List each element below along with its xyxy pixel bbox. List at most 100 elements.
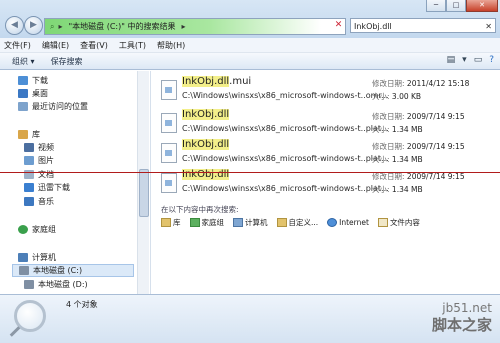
menu-view[interactable]: 查看(V) bbox=[80, 40, 108, 51]
save-search-button[interactable]: 保存搜索 bbox=[51, 56, 83, 67]
search-again-custom[interactable]: 自定义... bbox=[276, 217, 318, 228]
result-path: C:\Windows\winsxs\x86_microsoft-windows-… bbox=[182, 154, 389, 163]
nav-item-music[interactable]: 音乐 bbox=[24, 195, 54, 208]
video-icon bbox=[24, 143, 34, 152]
result-item[interactable]: InkObj.dll.mui C:\Windows\winsxs\x86_mic… bbox=[151, 75, 500, 105]
folder-icon bbox=[276, 218, 287, 227]
result-path: C:\Windows\winsxs\x86_microsoft-windows-… bbox=[182, 184, 389, 193]
address-breadcrumb[interactable]: "本地磁盘 (C:)" 中的搜索结果 bbox=[69, 21, 176, 32]
xunlei-download-icon bbox=[24, 183, 34, 192]
result-item[interactable]: InkObj.dll C:\Windows\winsxs\x86_microso… bbox=[151, 108, 500, 138]
search-again-label: 在以下内容中再次搜索: bbox=[161, 205, 239, 214]
command-bar: 组织 ▾ 保存搜索 ▤ ▾ ▭ ? bbox=[0, 53, 500, 70]
drive-icon bbox=[19, 266, 29, 275]
menu-tools[interactable]: 工具(T) bbox=[119, 40, 146, 51]
search-folder-icon: ⌕ bbox=[50, 21, 55, 31]
window-controls: ─ □ ✕ bbox=[426, 0, 498, 12]
computer-icon bbox=[233, 218, 243, 227]
nav-scrollbar[interactable] bbox=[137, 71, 149, 294]
search-again-file-contents[interactable]: 文件内容 bbox=[377, 217, 420, 228]
desktop-icon bbox=[18, 89, 28, 98]
search-again-locations: 库 家庭组 计算机 自定义... Internet 文件内容 bbox=[161, 217, 420, 228]
clear-address-icon[interactable]: ✕ bbox=[332, 19, 345, 32]
explorer-window: ─ □ ✕ ◀ ▶ ⌕ ▸ "本地磁盘 (C:)" 中的搜索结果 ▸ ✕ Ink… bbox=[0, 0, 500, 343]
downloads-folder-icon bbox=[18, 76, 28, 85]
nav-item-computer[interactable]: 计算机 bbox=[18, 251, 56, 264]
nav-item-xunlei[interactable]: 迅雷下载 bbox=[24, 181, 70, 194]
search-input-value: InkObj.dll bbox=[354, 22, 392, 31]
result-date: 修改日期: 2009/7/14 9:15 bbox=[372, 112, 465, 121]
computer-icon bbox=[18, 253, 28, 262]
nav-item-documents[interactable]: 文档 bbox=[24, 168, 54, 181]
result-path: C:\Windows\winsxs\x86_microsoft-windows-… bbox=[182, 124, 389, 133]
close-button[interactable]: ✕ bbox=[466, 0, 498, 12]
navigation-pane: 下载 桌面 最近访问的位置 库 视频 图片 文档 迅雷下载 音乐 家庭组 计算机 bbox=[0, 71, 151, 294]
menu-edit[interactable]: 编辑(E) bbox=[42, 40, 69, 51]
forward-arrow-icon: ▶ bbox=[30, 20, 37, 30]
change-view-icon[interactable]: ▤ bbox=[447, 55, 456, 65]
nav-item-recent[interactable]: 最近访问的位置 bbox=[18, 100, 88, 113]
address-chevron[interactable]: ▸ bbox=[181, 22, 185, 31]
nav-scrollbar-thumb[interactable] bbox=[139, 169, 149, 217]
result-filename: InkObj.dll bbox=[182, 169, 230, 180]
forward-button[interactable]: ▶ bbox=[24, 16, 43, 35]
menu-file[interactable]: 文件(F) bbox=[4, 40, 31, 51]
item-count: 4 个对象 bbox=[66, 300, 98, 309]
watermark-url: jb51.net bbox=[442, 301, 492, 315]
nav-item-homegroup[interactable]: 家庭组 bbox=[18, 223, 56, 236]
dll-file-icon bbox=[161, 173, 177, 193]
nav-item-drive-c[interactable]: 本地磁盘 (C:) bbox=[12, 264, 134, 277]
homegroup-icon bbox=[18, 225, 28, 234]
address-chevron[interactable]: ▸ bbox=[58, 22, 62, 31]
view-controls: ▤ ▾ ▭ ? bbox=[447, 55, 494, 65]
file-icon bbox=[161, 80, 177, 100]
dll-file-icon bbox=[161, 113, 177, 133]
result-item[interactable]: InkObj.dll C:\Windows\winsxs\x86_microso… bbox=[151, 138, 500, 168]
clear-search-icon[interactable]: ✕ bbox=[485, 19, 492, 34]
search-magnifier-icon bbox=[14, 300, 46, 332]
maximize-button[interactable]: □ bbox=[446, 0, 466, 12]
result-size: 大小: 1.34 MB bbox=[372, 125, 423, 134]
search-again-computer[interactable]: 计算机 bbox=[233, 217, 268, 228]
result-size: 大小: 3.00 KB bbox=[372, 92, 422, 101]
red-annotation-line bbox=[0, 172, 500, 173]
minimize-button[interactable]: ─ bbox=[426, 0, 446, 12]
library-icon bbox=[18, 130, 28, 139]
nav-item-desktop[interactable]: 桌面 bbox=[18, 87, 48, 100]
document-icon bbox=[377, 218, 388, 227]
music-icon bbox=[24, 197, 34, 206]
dll-file-icon bbox=[161, 143, 177, 163]
result-date: 修改日期: 2009/7/14 9:15 bbox=[372, 142, 465, 151]
nav-item-videos[interactable]: 视频 bbox=[24, 141, 54, 154]
drive-icon bbox=[24, 280, 34, 289]
watermark-logo: 脚本之家 bbox=[431, 316, 492, 334]
homegroup-icon bbox=[189, 218, 200, 227]
result-date: 修改日期: 2011/4/12 15:18 bbox=[372, 79, 470, 88]
status-bar: 4 个对象 jb51.net 脚本之家 bbox=[0, 294, 500, 343]
result-size: 大小: 1.34 MB bbox=[372, 155, 423, 164]
search-again-libraries[interactable]: 库 bbox=[161, 217, 181, 228]
preview-pane-icon[interactable]: ▭ bbox=[474, 55, 483, 65]
back-button[interactable]: ◀ bbox=[5, 16, 24, 35]
menu-bar: 文件(F) 编辑(E) 查看(V) 工具(T) 帮助(H) bbox=[0, 38, 500, 53]
organize-button[interactable]: 组织 ▾ bbox=[12, 56, 35, 67]
library-icon bbox=[161, 218, 171, 227]
help-icon[interactable]: ? bbox=[489, 55, 494, 65]
result-filename: InkObj.dll bbox=[182, 139, 230, 150]
title-address-bar: ─ □ ✕ ◀ ▶ ⌕ ▸ "本地磁盘 (C:)" 中的搜索结果 ▸ ✕ Ink… bbox=[0, 0, 500, 38]
result-filename: InkObj.dll.mui bbox=[182, 76, 252, 87]
view-dropdown-icon[interactable]: ▾ bbox=[462, 55, 467, 65]
recent-places-icon bbox=[18, 102, 28, 111]
nav-item-downloads[interactable]: 下载 bbox=[18, 74, 48, 87]
result-filename: InkObj.dll bbox=[182, 109, 230, 120]
back-arrow-icon: ◀ bbox=[11, 20, 18, 30]
search-again-internet[interactable]: Internet bbox=[327, 217, 369, 228]
nav-item-pictures[interactable]: 图片 bbox=[24, 154, 54, 167]
search-input[interactable]: InkObj.dll ✕ bbox=[350, 18, 496, 33]
search-again-homegroup[interactable]: 家庭组 bbox=[189, 217, 224, 228]
address-field[interactable]: ⌕ ▸ "本地磁盘 (C:)" 中的搜索结果 ▸ bbox=[44, 18, 346, 35]
nav-item-libraries[interactable]: 库 bbox=[18, 128, 40, 141]
menu-help[interactable]: 帮助(H) bbox=[157, 40, 185, 51]
result-path: C:\Windows\winsxs\x86_microsoft-windows-… bbox=[182, 91, 389, 100]
nav-item-drive-d[interactable]: 本地磁盘 (D:) bbox=[24, 278, 88, 291]
